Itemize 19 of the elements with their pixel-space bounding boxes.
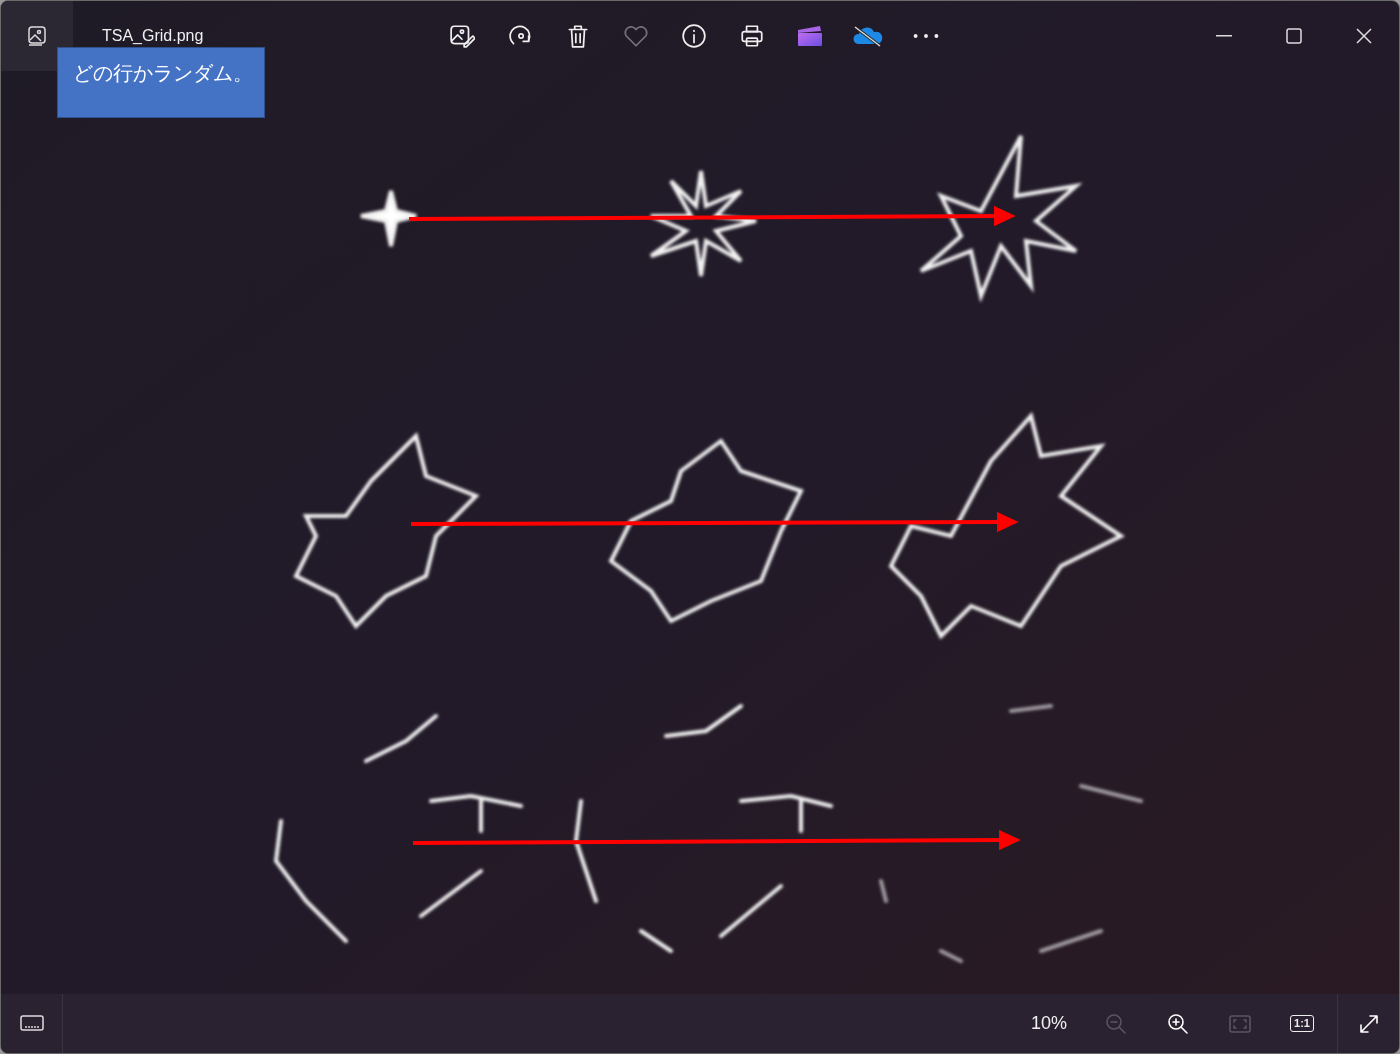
actual-size-label: 1:1: [1290, 1015, 1314, 1032]
zoom-level: 10%: [1030, 1012, 1067, 1035]
printer-icon: [739, 23, 765, 49]
gallery-button[interactable]: [1, 1, 73, 71]
filmstrip-icon: [19, 1014, 44, 1033]
callout-note: どの行かランダム。: [57, 47, 265, 118]
trash-icon: [565, 23, 591, 49]
gallery-icon: [26, 25, 48, 47]
info-icon: [681, 23, 707, 49]
maximize-icon: [1286, 28, 1302, 44]
close-icon: [1356, 28, 1372, 44]
edit-image-icon: [449, 23, 475, 49]
cloud-icon: [852, 24, 884, 48]
heart-icon: [623, 23, 649, 49]
window-title: TSA_Grid.png: [102, 26, 205, 46]
actual-size-button[interactable]: 1:1: [1271, 994, 1333, 1053]
more-icon: [913, 33, 939, 39]
minimize-icon: [1216, 35, 1232, 37]
clapperboard-icon: [797, 25, 823, 47]
